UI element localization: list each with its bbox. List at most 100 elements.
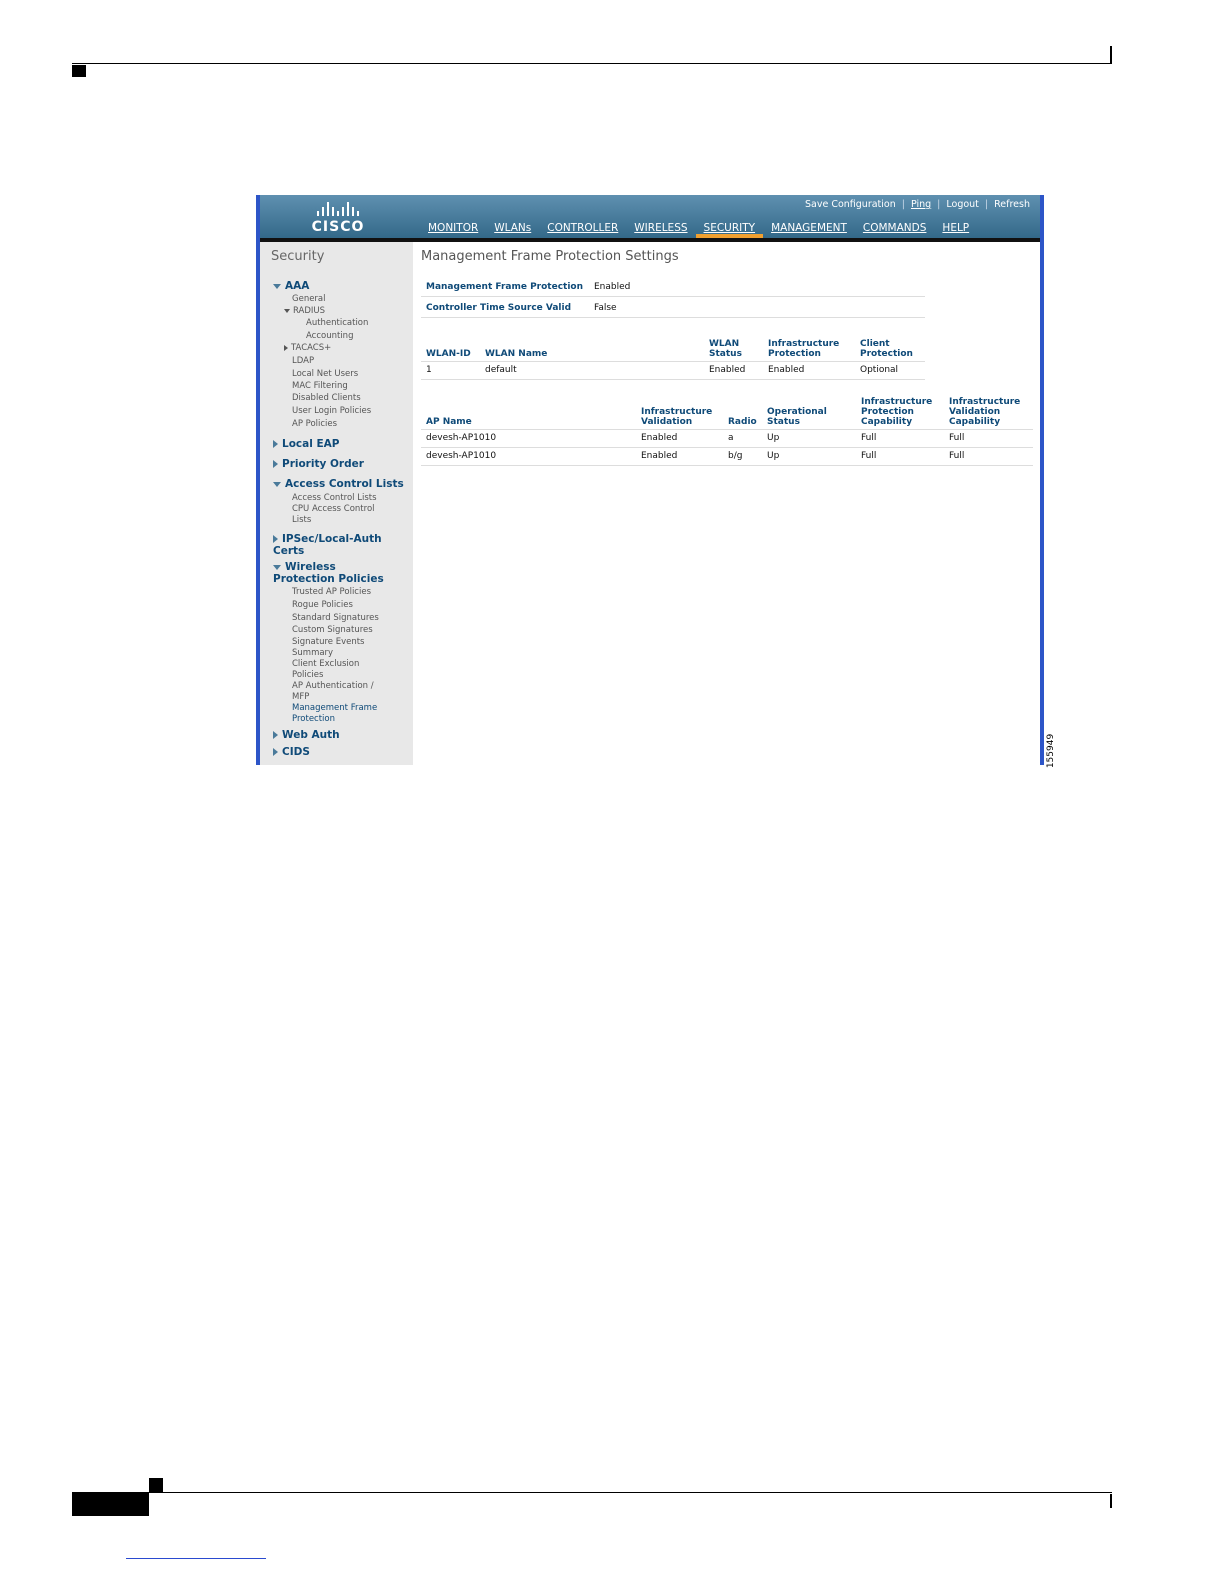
top-bar: CISCO Save Configuration | Ping | Logout… bbox=[260, 195, 1040, 242]
footer-link-underline[interactable] bbox=[126, 1558, 266, 1559]
table-cell: devesh-AP1010 bbox=[421, 429, 636, 448]
sidebar-item-access-control-lists[interactable]: Access Control Lists bbox=[292, 493, 377, 504]
column-header: WLAN-ID bbox=[426, 349, 471, 359]
table-cell: Optional bbox=[855, 361, 925, 380]
refresh-link[interactable]: Refresh bbox=[994, 199, 1030, 210]
table-row: devesh-AP1010 Enabled a Up Full Full bbox=[421, 429, 1033, 448]
sidebar-item-accounting[interactable]: Accounting bbox=[306, 331, 353, 341]
table-cell: Enabled bbox=[704, 361, 763, 380]
column-header: AP Name bbox=[426, 417, 472, 427]
sidebar-item-cpu-acl[interactable]: CPU Access Control Lists bbox=[292, 504, 392, 526]
sidebar-item-general[interactable]: General bbox=[292, 294, 326, 305]
column-header: Client Protection bbox=[860, 339, 913, 359]
chevron-down-icon bbox=[273, 283, 281, 289]
sidebar-section-acl[interactable]: Access Control Lists bbox=[273, 478, 404, 490]
table-row: 1 default Enabled Enabled Optional bbox=[421, 361, 925, 380]
sidebar-item-client-exclusion[interactable]: Client Exclusion Policies bbox=[292, 659, 377, 681]
header-rule bbox=[72, 63, 1112, 64]
table-cell: devesh-AP1010 bbox=[421, 447, 636, 466]
sidebar-section-ipsec[interactable]: IPSec/Local-Auth Certs bbox=[273, 533, 393, 557]
controller-screenshot: CISCO Save Configuration | Ping | Logout… bbox=[256, 195, 1044, 765]
footer-block bbox=[72, 1493, 149, 1516]
column-header: Infrastructure Protection Capability bbox=[861, 397, 933, 427]
sidebar-item-standard-signatures[interactable]: Standard Signatures bbox=[292, 613, 379, 624]
column-header: Infrastructure Validation Capability bbox=[949, 397, 1021, 427]
column-header: Infrastructure Validation bbox=[641, 407, 713, 427]
sidebar-section-local-eap[interactable]: Local EAP bbox=[273, 438, 339, 450]
table-cell: Up bbox=[762, 447, 856, 466]
ping-link[interactable]: Ping bbox=[911, 199, 931, 210]
table-row: Controller Time Source Valid False bbox=[421, 296, 925, 318]
sidebar-section-priority-order[interactable]: Priority Order bbox=[273, 458, 364, 470]
chevron-right-icon bbox=[273, 535, 278, 543]
settings-table: Management Frame Protection Enabled Cont… bbox=[421, 279, 925, 318]
sidebar-item-management-frame-protection[interactable]: Management Frame Protection bbox=[292, 703, 392, 725]
cisco-logo: CISCO bbox=[308, 202, 368, 238]
sidebar-item-user-login-policies[interactable]: User Login Policies bbox=[292, 406, 371, 417]
sidebar-item-ldap[interactable]: LDAP bbox=[292, 356, 314, 367]
table-cell: b/g bbox=[723, 447, 762, 466]
setting-label: Management Frame Protection bbox=[421, 279, 589, 297]
table-cell: 1 bbox=[421, 361, 480, 380]
sidebar-item-radius[interactable]: RADIUS bbox=[284, 306, 325, 317]
table-cell: Enabled bbox=[763, 361, 855, 380]
table-cell: Enabled bbox=[636, 429, 723, 448]
ap-table: AP Name Infrastructure Validation Radio … bbox=[421, 395, 1033, 466]
logout-link[interactable]: Logout bbox=[946, 199, 979, 210]
sidebar-item-tacacs[interactable]: TACACS+ bbox=[284, 343, 332, 354]
header-marker bbox=[72, 65, 86, 77]
chevron-right-icon bbox=[273, 440, 278, 448]
top-links: Save Configuration | Ping | Logout | Ref… bbox=[804, 199, 1030, 210]
footer-rule bbox=[72, 1492, 1112, 1493]
table-cell: default bbox=[480, 361, 704, 380]
sidebar-section-cids[interactable]: CIDS bbox=[273, 746, 310, 758]
chevron-right-icon bbox=[273, 460, 278, 468]
sidebar-section-web-auth[interactable]: Web Auth bbox=[273, 729, 340, 741]
table-header-row: AP Name Infrastructure Validation Radio … bbox=[421, 395, 1033, 430]
footer-tick bbox=[1110, 1494, 1112, 1508]
table-header-row: WLAN-ID WLAN Name WLAN Status Infrastruc… bbox=[421, 337, 925, 362]
sidebar-item-mac-filtering[interactable]: MAC Filtering bbox=[292, 381, 348, 392]
table-row: Management Frame Protection Enabled bbox=[421, 279, 925, 297]
table-row: devesh-AP1010 Enabled b/g Up Full Full bbox=[421, 447, 1033, 466]
cisco-bars-icon bbox=[308, 202, 368, 216]
chevron-right-icon bbox=[273, 748, 278, 756]
column-header: WLAN Name bbox=[485, 349, 548, 359]
wlan-table: WLAN-ID WLAN Name WLAN Status Infrastruc… bbox=[421, 337, 925, 380]
column-header: WLAN Status bbox=[709, 339, 742, 359]
table-cell: Up bbox=[762, 429, 856, 448]
footer-marker bbox=[149, 1478, 163, 1492]
chevron-down-icon bbox=[273, 481, 281, 487]
sidebar-item-trusted-ap[interactable]: Trusted AP Policies bbox=[292, 587, 371, 598]
table-cell: a bbox=[723, 429, 762, 448]
chevron-down-icon bbox=[273, 564, 281, 570]
table-cell: Full bbox=[944, 447, 1033, 466]
sidebar-item-disabled-clients[interactable]: Disabled Clients bbox=[292, 393, 361, 404]
sidebar: Security AAA General RADIUS Authenticati… bbox=[260, 242, 413, 765]
sidebar-item-custom-signatures[interactable]: Custom Signatures bbox=[292, 625, 373, 636]
sidebar-item-authentication[interactable]: Authentication bbox=[306, 318, 368, 328]
sidebar-item-ap-policies[interactable]: AP Policies bbox=[292, 419, 337, 430]
save-configuration-link[interactable]: Save Configuration bbox=[805, 199, 896, 210]
header-tick bbox=[1110, 46, 1112, 64]
column-header: Operational Status bbox=[767, 407, 827, 427]
setting-value: Enabled bbox=[589, 279, 925, 297]
sidebar-title: Security bbox=[271, 249, 325, 264]
sidebar-item-local-net-users[interactable]: Local Net Users bbox=[292, 369, 358, 380]
chevron-down-icon bbox=[284, 308, 290, 313]
chevron-right-icon bbox=[273, 731, 278, 739]
table-cell: Full bbox=[856, 447, 944, 466]
sidebar-item-signature-events[interactable]: Signature Events Summary bbox=[292, 637, 387, 659]
column-header: Radio bbox=[728, 417, 757, 427]
page-title: Management Frame Protection Settings bbox=[421, 249, 679, 264]
table-cell: Full bbox=[856, 429, 944, 448]
table-cell: Enabled bbox=[636, 447, 723, 466]
table-cell: Full bbox=[944, 429, 1033, 448]
sidebar-section-wireless-protection[interactable]: Wireless Protection Policies bbox=[273, 561, 401, 585]
column-header: Infrastructure Protection bbox=[768, 339, 840, 359]
sidebar-section-aaa[interactable]: AAA bbox=[273, 280, 309, 292]
logo-wordmark: CISCO bbox=[311, 219, 365, 235]
setting-value: False bbox=[589, 296, 925, 318]
sidebar-item-ap-authentication[interactable]: AP Authentication / MFP bbox=[292, 681, 392, 703]
sidebar-item-rogue-policies[interactable]: Rogue Policies bbox=[292, 600, 353, 611]
